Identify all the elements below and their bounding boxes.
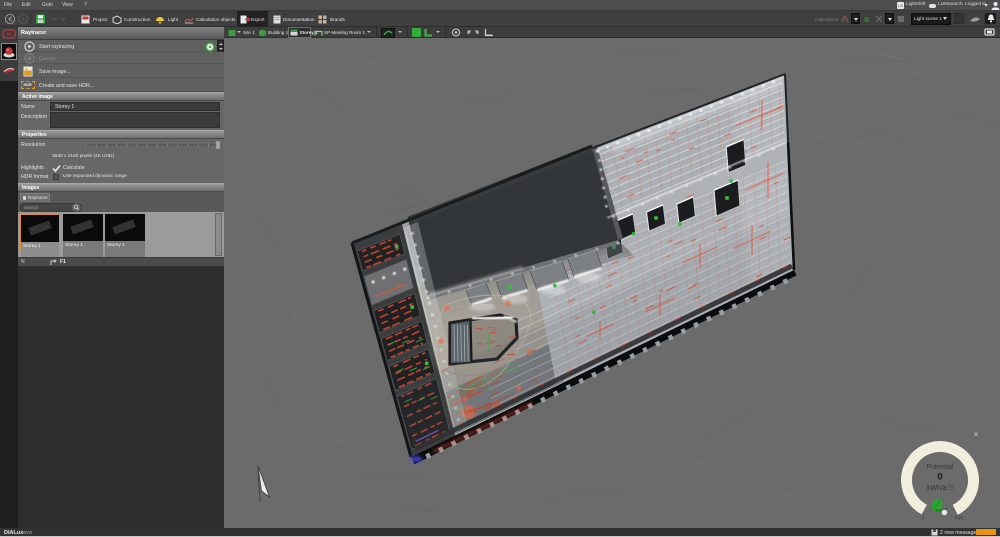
svg-text:×: ×	[974, 429, 979, 439]
svg-text:0: 0	[937, 472, 942, 483]
svg-text:Potential: Potential	[926, 464, 954, 471]
svg-text:kWh/a: kWh/a	[927, 485, 947, 492]
svg-text:400: 400	[955, 516, 964, 522]
svg-text:0: 0	[922, 516, 925, 522]
